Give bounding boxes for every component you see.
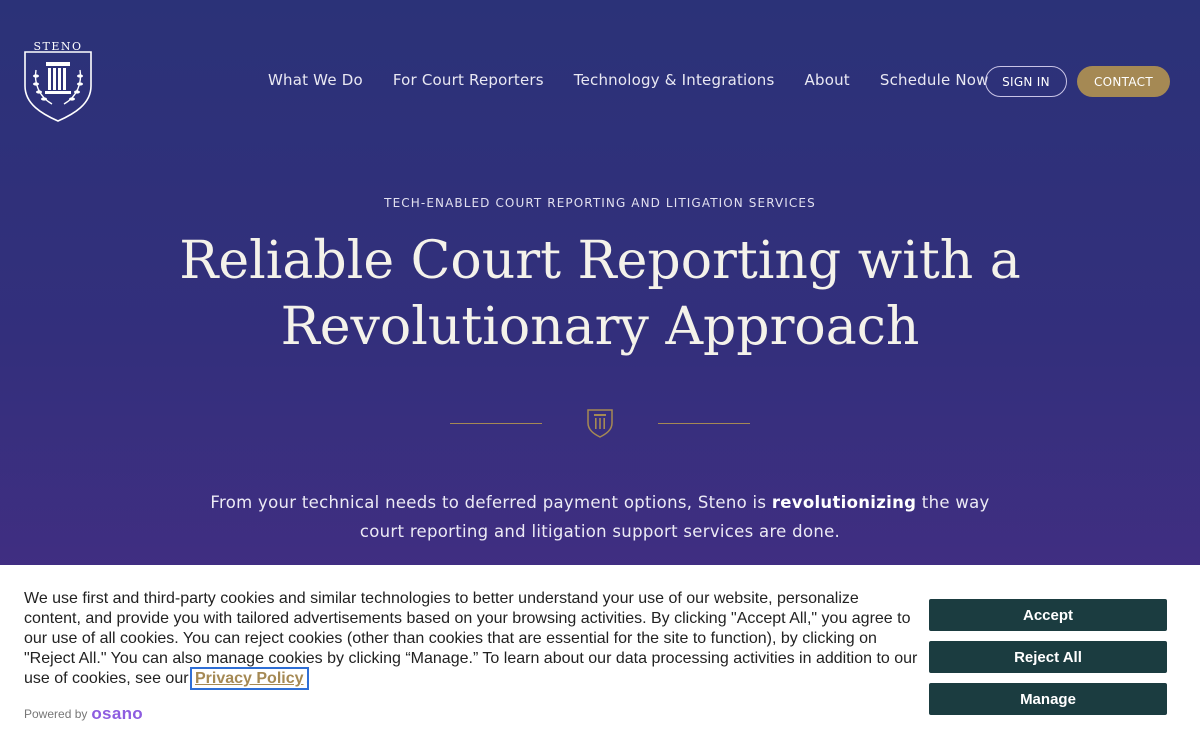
hero-headline-line-2: Revolutionary Approach bbox=[280, 297, 920, 357]
cookie-message-period: . bbox=[305, 670, 310, 687]
reject-all-button[interactable]: Reject All bbox=[929, 641, 1167, 673]
logo-wordmark: STENO bbox=[33, 40, 82, 53]
hero-divider bbox=[450, 408, 750, 440]
powered-by-osano[interactable]: Powered by osano bbox=[24, 704, 143, 724]
hero-headline-line-1: Reliable Court Reporting with a bbox=[179, 231, 1021, 291]
contact-button[interactable]: CONTACT bbox=[1077, 66, 1170, 97]
steno-crest-icon: STENO bbox=[24, 40, 92, 122]
nav-item-schedule-now[interactable]: Schedule Now bbox=[880, 71, 989, 89]
cookie-message-text: We use first and third-party cookies and… bbox=[24, 590, 918, 687]
divider-line-right bbox=[658, 423, 750, 424]
accept-button[interactable]: Accept bbox=[929, 599, 1167, 631]
steno-logo[interactable]: STENO bbox=[22, 40, 94, 122]
cookie-message: We use first and third-party cookies and… bbox=[24, 589, 919, 690]
nav-item-for-court-reporters[interactable]: For Court Reporters bbox=[393, 71, 544, 89]
sign-in-button[interactable]: SIGN IN bbox=[985, 66, 1067, 97]
nav-item-about[interactable]: About bbox=[805, 71, 850, 89]
powered-by-label: Powered by bbox=[24, 707, 88, 721]
main-nav: What We Do For Court Reporters Technolog… bbox=[268, 68, 1019, 92]
osano-logo: osano bbox=[91, 704, 143, 723]
hero-eyebrow: TECH-ENABLED COURT REPORTING AND LITIGAT… bbox=[384, 196, 816, 210]
lede-text-start: From your technical needs to deferred pa… bbox=[210, 493, 772, 512]
nav-item-technology-integrations[interactable]: Technology & Integrations bbox=[574, 71, 775, 89]
manage-button[interactable]: Manage bbox=[929, 683, 1167, 715]
hero-lede: From your technical needs to deferred pa… bbox=[190, 488, 1010, 546]
privacy-policy-link[interactable]: Privacy Policy bbox=[189, 667, 309, 690]
nav-item-what-we-do[interactable]: What We Do bbox=[268, 71, 363, 89]
column-shield-icon bbox=[587, 409, 613, 438]
divider-line-left bbox=[450, 423, 542, 424]
hero-headline: Reliable Court Reporting with a Revoluti… bbox=[150, 228, 1050, 360]
cookie-banner: We use first and third-party cookies and… bbox=[0, 565, 1200, 750]
lede-emphasis: revolutionizing bbox=[771, 493, 917, 512]
